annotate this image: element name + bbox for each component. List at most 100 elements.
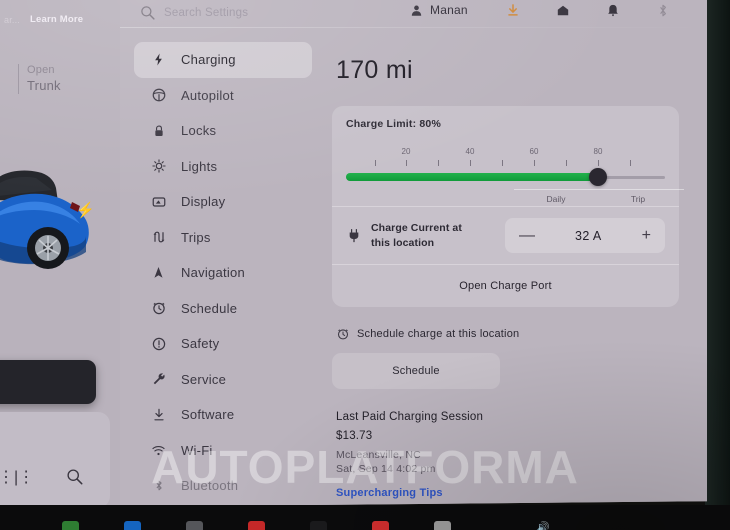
trunk-label: Open Trunk [18,63,61,94]
slider-tick-label: 80 [593,147,603,156]
last-session-heading: Last Paid Charging Session [336,411,484,423]
slider-thumb[interactable] [589,168,607,186]
bolt-icon [150,51,167,68]
account-chip[interactable]: Manan [410,3,468,17]
schedule-button-label: Schedule [392,365,440,377]
slider-tick-label: 40 [465,147,475,156]
sidebar-item-label: Display [181,194,226,210]
sidebar-item-label: Autopilot [181,87,234,103]
trunk-label-line1: Open [27,63,55,76]
sidebar-item-navigation[interactable]: Navigation [134,255,312,291]
sidebar-item-safety[interactable]: Safety [134,326,312,362]
sidebar-item-label: Wi-Fi [181,442,213,458]
plug-icon [349,228,359,243]
sidebar-item-autopilot[interactable]: Autopilot [134,78,312,114]
cellular-signal-icon [705,2,707,19]
sidebar-item-display[interactable]: Display [134,184,312,220]
taskbar-app-icon[interactable] [248,521,265,530]
wifi-icon [150,442,167,459]
last-session-amount: $13.73 [336,430,373,442]
notification-toast[interactable] [0,360,96,404]
garage-home-icon[interactable] [555,2,571,19]
alarm-clock-icon [337,329,349,340]
sidebar-item-label: Lights [181,158,218,174]
last-session-datetime: Sat, Sep 14 4:02 pm [336,463,436,475]
sidebar-item-label: Bluetooth [181,478,239,494]
steering-wheel-icon [150,87,167,104]
sidebar-item-label: Navigation [181,265,245,281]
sidebar-item-software[interactable]: Software [134,397,312,433]
charge-current-value: 32 A [575,228,602,243]
display-bezel-right [705,0,730,530]
charge-bolt-icon: ⚡ [76,202,95,219]
sidebar-item-schedule[interactable]: Schedule [134,291,312,327]
taskbar-app-icon[interactable] [372,521,389,530]
volume-icon[interactable]: 🔊 [536,521,550,530]
exclamation-circle-icon [150,335,167,352]
bluetooth-icon[interactable] [655,2,671,19]
sidebar-item-label: Service [181,371,227,387]
sidebar-item-label: Schedule [181,300,238,316]
open-charge-port-button[interactable]: Open Charge Port [346,265,665,307]
topbar-divider [120,27,707,29]
charge-limit-slider[interactable]: 20 40 60 80 Daily Trip [346,134,684,206]
increment-button[interactable]: + [642,227,651,244]
sidebar-item-service[interactable]: Service [134,362,312,398]
alarm-clock-icon [150,300,167,317]
display-icon [150,193,167,210]
charge-current-row: Charge Current at this location — 32 A + [346,207,665,264]
settings-panel: Manan [120,0,707,508]
search-icon [141,6,155,20]
settings-topbar: Manan [120,0,707,27]
sidebar-item-locks[interactable]: Locks [134,113,312,149]
software-download-icon[interactable] [505,2,521,19]
os-taskbar: 🔊 [0,505,730,530]
decrement-button[interactable]: — [519,227,535,244]
battery-range-value: 170 mi [336,56,413,84]
left-search-card: ⋮|⋮ [0,412,110,508]
charge-limit-label: Charge Limit: 80% [346,118,442,130]
last-session-location: McLeansville, NC [336,449,421,461]
taskbar-app-icon[interactable] [124,521,141,530]
sidebar-item-bluetooth[interactable]: Bluetooth [134,468,312,504]
open-charge-port-label: Open Charge Port [459,280,552,292]
sidebar-item-wifi[interactable]: Wi-Fi [134,433,312,469]
slider-ticks: 20 40 60 80 [346,147,665,170]
sliders-icon[interactable]: ⋮|⋮ [0,469,34,486]
toast-text: ar... [4,15,21,25]
charging-content: 170 mi Charge Limit: 80% 20 40 60 80 Dai… [332,42,700,499]
supercharging-tips-link[interactable]: Supercharging Tips [336,487,700,499]
taskbar-app-icon[interactable] [62,521,79,530]
light-bulb-icon [150,158,167,175]
learn-more-button[interactable]: Learn More [30,14,83,25]
taskbar-app-icon[interactable] [434,521,451,530]
charge-current-label-line1: Charge Current at [371,222,462,235]
screenshot-root: Open Trunk ⚡ ar... Learn More ⋮|⋮ Search… [0,0,730,530]
schedule-charge-text: Schedule charge at this location [357,328,520,340]
car-visualization-column: Open Trunk ⚡ ar... Learn More ⋮|⋮ [0,0,120,508]
slider-fill [346,173,598,181]
taskbar-icons [62,521,451,530]
notification-bell-icon[interactable] [605,2,621,19]
sidebar-item-label: Safety [181,336,220,352]
sidebar-item-label: Charging [181,52,236,68]
route-icon [150,229,167,246]
sidebar-item-trips[interactable]: Trips [134,220,312,256]
search-input[interactable] [164,4,394,21]
last-paid-session: Last Paid Charging Session $13.73 McLean… [336,411,700,475]
sidebar-item-label: Trips [181,229,211,245]
taskbar-app-icon[interactable] [186,521,203,530]
account-name: Manan [430,3,468,17]
search-icon[interactable] [66,468,83,485]
sidebar-item-label: Software [181,407,235,423]
wrench-icon [150,371,167,388]
sidebar-item-charging[interactable]: Charging [134,42,312,78]
sidebar-item-lights[interactable]: Lights [134,149,312,185]
navigation-arrow-icon [150,264,167,281]
status-icon-tray [505,2,707,19]
taskbar-app-icon[interactable] [310,521,327,530]
lock-icon [150,122,167,139]
schedule-button[interactable]: Schedule [332,353,500,389]
sidebar-item-label: Locks [181,123,217,139]
slider-tick-label: 20 [401,147,411,156]
